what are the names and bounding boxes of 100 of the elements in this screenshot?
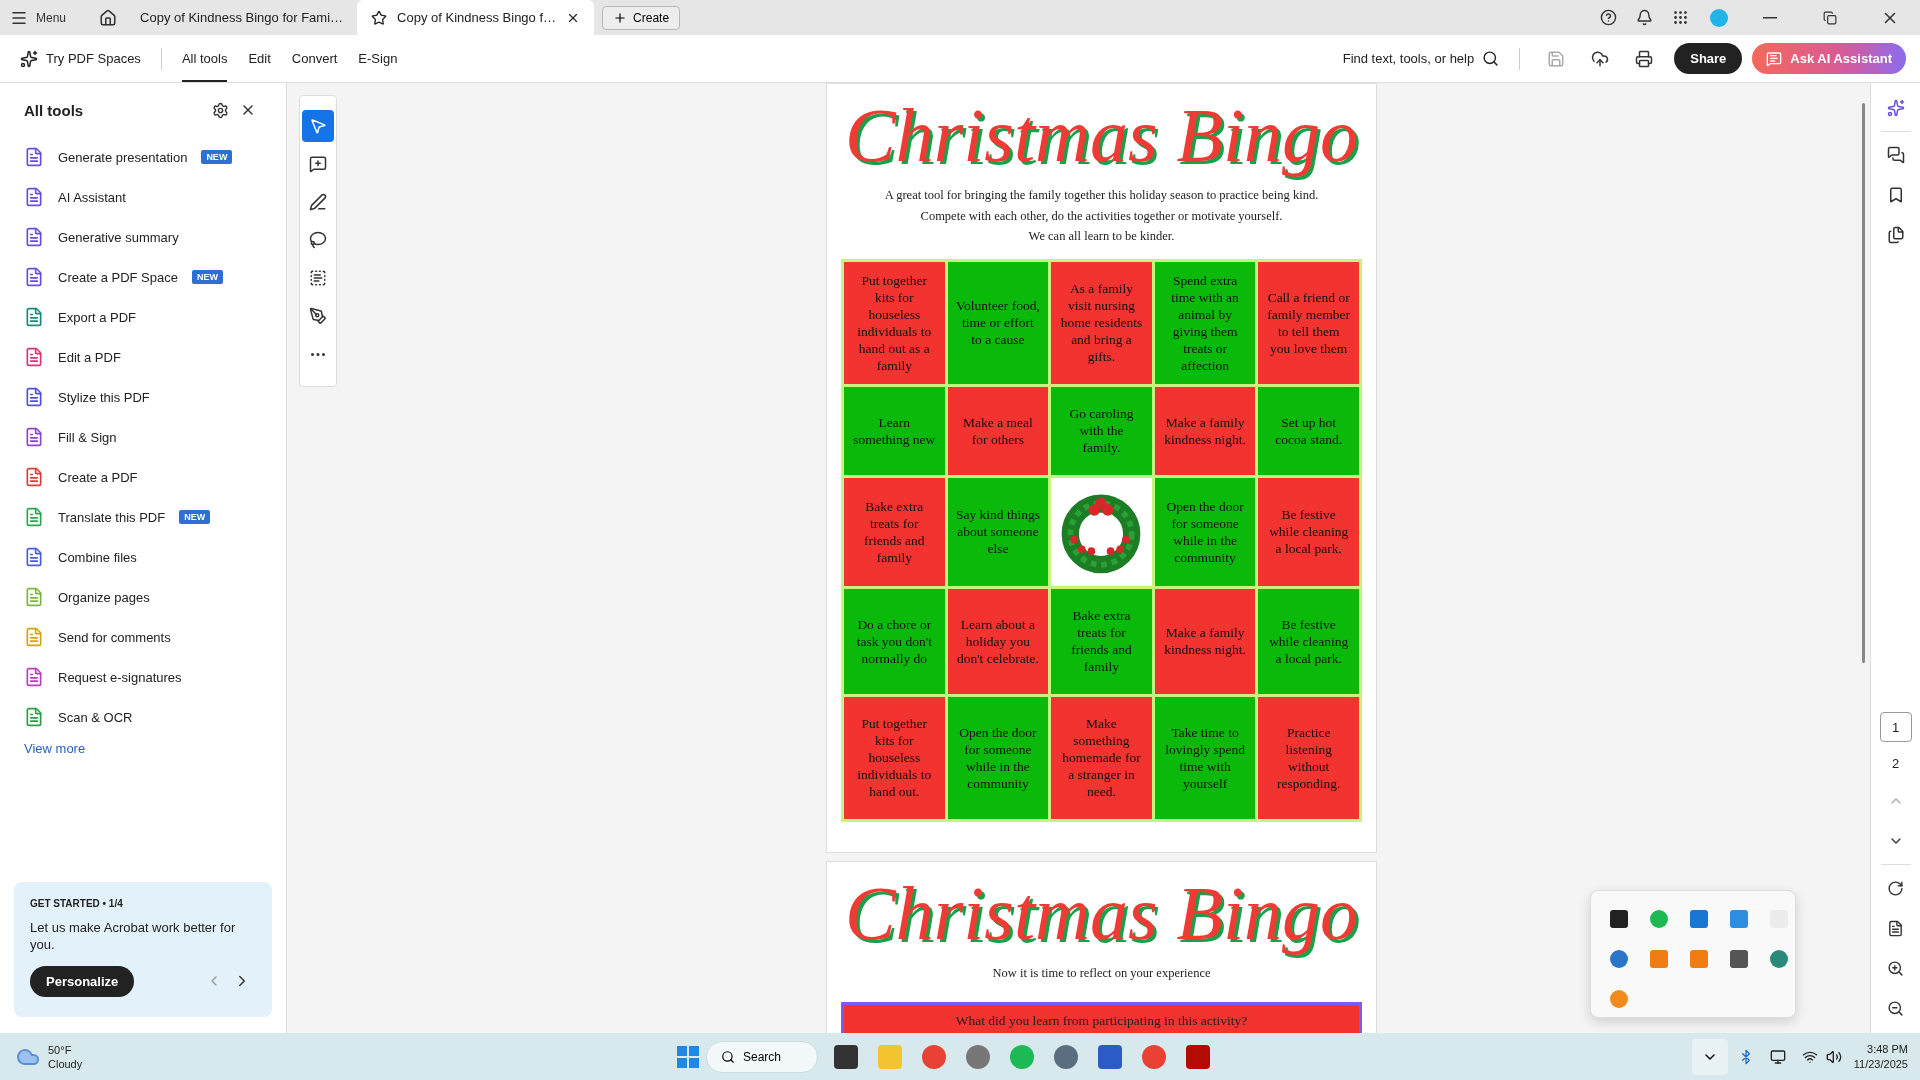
bingo-cell: Open the door for someone while in the community [947,696,1049,819]
text-select-icon [309,269,327,287]
comment-add-icon [309,155,327,173]
tool-item[interactable]: Generate presentation NEW [14,137,272,177]
cloud-upload-icon [1591,49,1610,68]
tool-item[interactable]: Send for comments [14,617,272,657]
view-more-link[interactable]: View more [14,737,272,760]
tool-item[interactable]: Create a PDF Space NEW [14,257,272,297]
clock-date: 11/23/2025 [1853,1057,1908,1072]
question-box: What did you learn from participating in this activity? [841,1001,1362,1033]
intro-text: Now it is time to reflect on your experience [992,965,1211,982]
create-button[interactable]: Create [602,5,681,30]
bingo-cell: As a family visit nursing home residents and bring a gifts. [1051,261,1152,384]
taskbar-search[interactable]: Search [706,1041,818,1073]
bingo-cell: Make a family kindness night. [1154,588,1256,694]
bingo-cell: Say kind things about someone else [947,477,1049,586]
panel-title: All tools [24,101,85,119]
grid-icon [1671,9,1689,26]
nav-tab[interactable]: Convert [291,35,338,82]
sparkle-icon [1886,99,1905,117]
new-badge: NEW [201,150,233,164]
tool-item[interactable]: Edit a PDF [14,337,272,377]
bingo-cell: Learn about a holiday you don't celebrate. [947,588,1049,694]
bingo-cell: Bake extra treats for friends and family [844,477,945,586]
card-heading: GET STARTED • 1/4 [30,898,124,909]
bingo-cell: Be festive while cleaning a local park. [1258,588,1359,694]
avatar[interactable] [1710,8,1728,27]
star-icon [371,9,388,26]
bingo-title: Christmas Bingo [844,92,1359,179]
restore-icon [1823,10,1837,25]
rotate-icon [1887,879,1904,897]
tool-item[interactable]: Stylize this PDF [14,377,272,417]
sparkle-icon [20,49,38,68]
page-icon [1887,919,1904,937]
try-pdf-spaces-button[interactable]: Try PDF Spaces [20,49,141,68]
search-icon [721,1050,735,1064]
zoom-out-icon [1887,999,1904,1017]
zoom-in-icon [1887,959,1904,977]
tool-item[interactable]: Scan & OCR [14,697,272,737]
tool-item[interactable]: Fill & Sign [14,417,272,457]
wifi-icon [1801,1049,1818,1065]
page-number[interactable]: 1 [1879,712,1912,742]
lasso-icon [309,231,327,249]
tool-item[interactable]: Generative summary [14,217,272,257]
pages-icon [1886,226,1905,244]
document-tab[interactable]: Copy of Kindness Bingo f… [357,0,595,35]
new-badge: NEW [179,510,211,524]
tool-item[interactable]: AI Assistant [14,177,272,217]
scrollbar-thumb[interactable] [1861,103,1865,663]
search-icon [1482,50,1500,67]
bingo-cell: Make something homemade for a stranger in need. [1051,696,1152,819]
tray-app-icon[interactable] [1770,950,1788,968]
tool-item[interactable]: Combine files [14,537,272,577]
tool-item[interactable]: Export a PDF [14,297,272,337]
share-button[interactable]: Share [1674,43,1743,74]
find-button[interactable]: Find text, tools, or help [1336,49,1506,68]
plus-icon [613,10,628,25]
weather-condition: Cloudy [48,1057,83,1071]
intro-text: A great tool for bringing the family together this holiday season to practice being kind. [884,187,1319,204]
pen-icon [309,193,327,211]
home-icon [99,8,118,27]
bingo-cell: Do a chore or task you don't normally do [844,588,945,694]
menu-button[interactable]: Menu [0,2,77,33]
tool-item[interactable]: Request e-signatures [14,657,272,697]
tool-item[interactable]: Translate this PDF NEW [14,497,272,537]
tray-app-icon[interactable] [1730,950,1748,968]
nav-tab[interactable]: E-Sign [358,35,398,82]
bingo-cell: Spend extra time with an animal by giving them treats or affection [1154,261,1256,384]
intro-text: We can all learn to be kinder. [1028,228,1175,245]
tray-app-icon[interactable] [1610,990,1628,1008]
temperature: 50°F [48,1043,73,1057]
bingo-cell: Go caroling with the family. [1051,386,1152,475]
new-badge: NEW [191,270,223,284]
bingo-title: Christmas Bingo [844,870,1359,957]
printer-icon [1635,49,1654,68]
tray-app-icon[interactable] [1610,950,1628,968]
bingo-cell: Put together kits for houseless individuals to hand out as a family [844,261,945,384]
bingo-cell: Take time to lovingly spend time with yourself [1154,696,1256,819]
windows-start-icon[interactable] [676,1045,700,1069]
tray-app-icon[interactable] [1650,910,1668,928]
help-icon [1599,9,1617,26]
clock-time: 3:48 PM [1867,1042,1908,1057]
bingo-cell: Make a family kindness night. [1154,386,1256,475]
tool-item[interactable]: Create a PDF [14,457,272,497]
bingo-cell: Volunteer food, time or effort to a cause [947,261,1049,384]
tray-app-icon[interactable] [1610,910,1628,928]
select-tool[interactable] [302,110,334,142]
app-icon[interactable] [834,1045,858,1069]
document-tab[interactable]: Copy of Kindness Bingo for Fami… [126,0,358,35]
bingo-cell: Bake extra treats for friends and family [1051,588,1152,694]
tray-overflow-button[interactable] [1691,1039,1728,1075]
bingo-cell: Put together kits for houseless individuals to hand out. [844,696,945,819]
bingo-cell: Make a meal for others [947,386,1049,475]
more-icon [311,352,325,356]
personalize-button[interactable]: Personalize [30,965,135,997]
tool-item[interactable]: Organize pages [14,577,272,617]
bingo-cell: Call a friend or family member to tell them you love them [1258,261,1359,384]
intro-text: Compete with each other, do the activities together or motivate yourself. [920,207,1283,225]
nav-tab[interactable]: Edit [248,35,271,82]
tray-app-icon[interactable] [1690,910,1708,928]
